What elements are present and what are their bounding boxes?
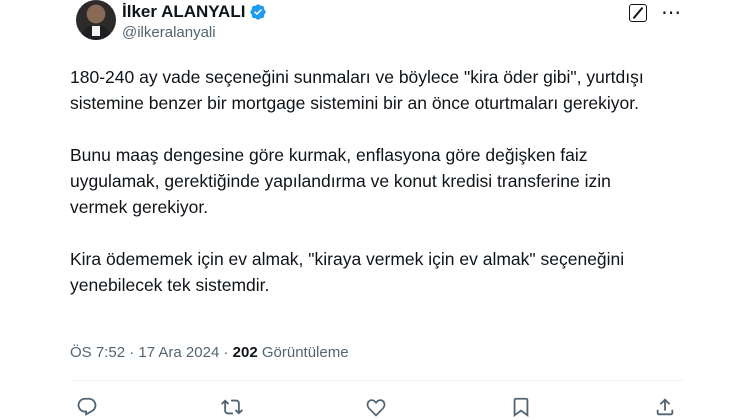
grok-edit-icon[interactable] <box>629 4 647 22</box>
views-label: Görüntüleme <box>261 344 349 361</box>
tweet-paragraph: Bunu maaş dengesine göre kurmak, enflasy… <box>70 145 611 217</box>
meta-separator: · <box>129 344 135 361</box>
author-name[interactable]: İlker ALANYALI <box>122 2 245 22</box>
tweet-text: 180-240 ay vade seçeneğini sunmaları ve … <box>70 64 670 324</box>
retweet-icon[interactable] <box>220 396 243 418</box>
tweet-time[interactable]: ÖS 7:52 <box>70 344 125 361</box>
reply-icon[interactable] <box>76 396 98 418</box>
verified-badge-icon[interactable] <box>249 3 267 21</box>
tweet-date[interactable]: 17 Ara 2024 <box>138 344 219 361</box>
meta-separator: · <box>223 344 229 361</box>
views-count: 202 <box>232 344 258 361</box>
bookmark-icon[interactable] <box>510 396 532 418</box>
author-handle[interactable]: @ilkeralanyali <box>122 24 216 42</box>
action-divider <box>70 380 684 381</box>
more-icon[interactable]: ⋯ <box>661 3 682 23</box>
tweet-paragraph: Kira ödememek için ev almak, "kiraya ver… <box>70 249 625 295</box>
tweet-meta: ÖS 7:52 · 17 Ara 2024 · 202 Görüntüleme <box>70 344 349 362</box>
author-name-row[interactable]: İlker ALANYALI <box>122 2 267 22</box>
like-icon[interactable] <box>365 396 387 418</box>
author-avatar[interactable] <box>76 0 116 40</box>
tweet-paragraph: 180-240 ay vade seçeneğini sunmaları ve … <box>70 67 644 113</box>
share-icon[interactable] <box>654 396 676 418</box>
action-bar <box>76 396 676 418</box>
